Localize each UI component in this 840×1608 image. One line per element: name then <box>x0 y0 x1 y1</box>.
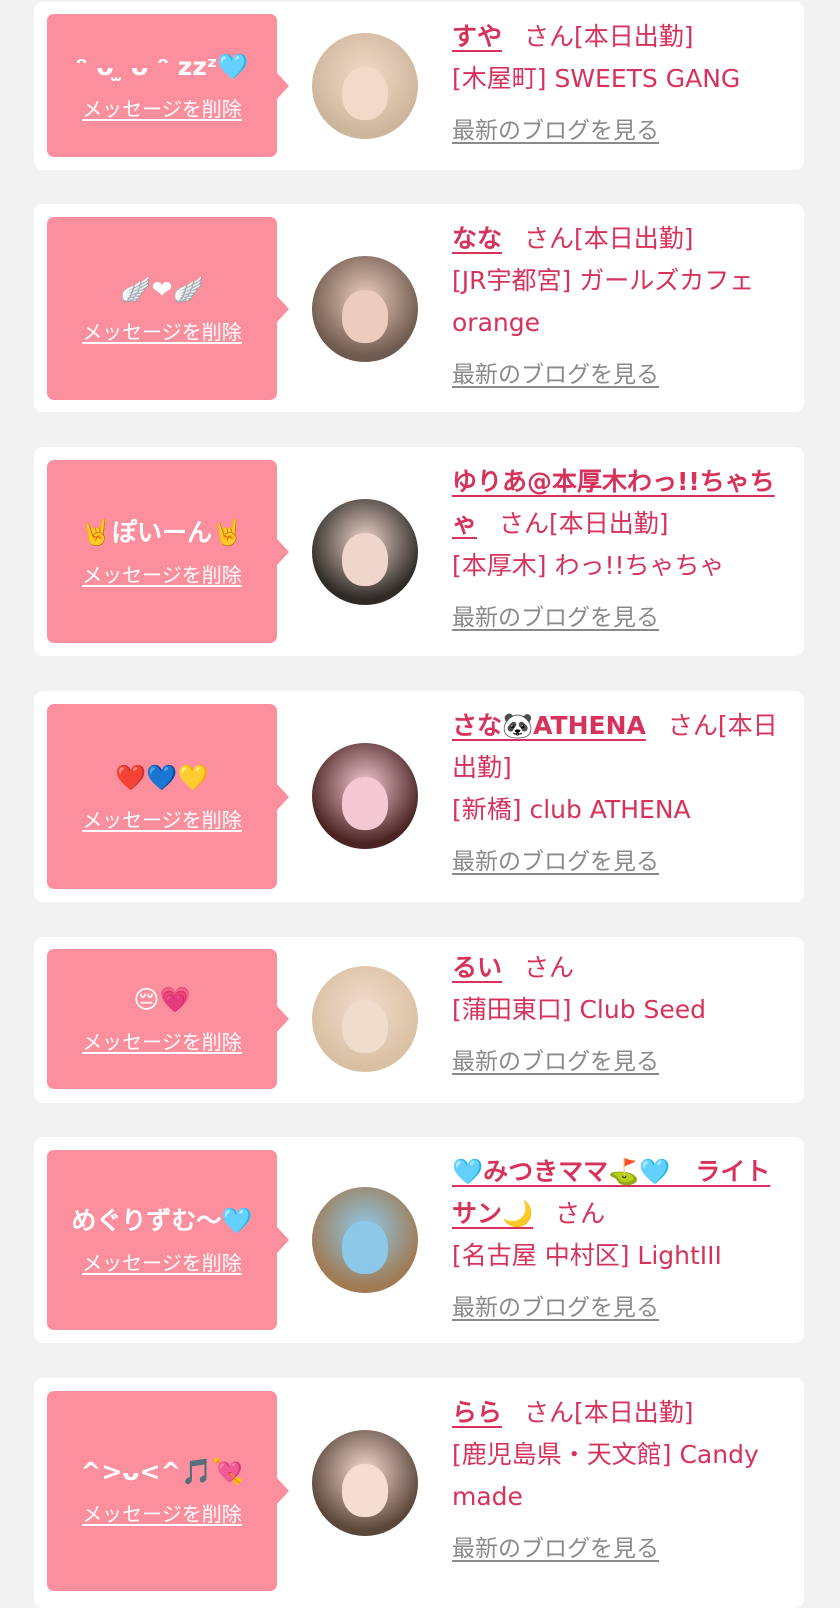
cast-card: ᵔ ᴗ ̫ ᴗ ᵔ zzᶻ🩵 メッセージを削除 すや さん[本日出勤] [木屋町]… <box>34 2 804 170</box>
name-line: 🩵みつきママ⛳️🩵 ライトサン🌙 さん <box>452 1151 788 1235</box>
status-label: [本日出勤] <box>574 1398 694 1427</box>
delete-message-link[interactable]: メッセージを削除 <box>82 97 242 121</box>
shop-name: [JR宇都宮] ガールズカフェorange <box>452 266 755 337</box>
cast-card: 😔💗 メッセージを削除 るい さん [蒲田東口] Club Seed 最新のブログ… <box>34 937 804 1103</box>
avatar-face <box>341 66 389 120</box>
cast-card: めぐりずむ〜🩵 メッセージを削除 🩵みつきママ⛳️🩵 ライトサン🌙 さん [名古屋… <box>34 1137 804 1343</box>
shop-name: [名古屋 中村区] LightIII <box>452 1241 722 1270</box>
message-text: ᵔ ᴗ ̫ ᴗ ᵔ zzᶻ🩵 <box>75 51 249 81</box>
message-bubble: めぐりずむ〜🩵 メッセージを削除 <box>47 1150 289 1330</box>
cast-card: ^>ᴗ<^🎵💘 メッセージを削除 らら さん[本日出勤] [鹿児島県・天文館] C… <box>34 1378 804 1608</box>
shop-name: [鹿児島県・天文館] Candy made <box>452 1440 759 1511</box>
cast-info: なな さん[本日出勤] [JR宇都宮] ガールズカフェorange 最新のブログを… <box>452 218 788 396</box>
cast-info: ゆりあ@本厚木わっ!!ちゃちゃ さん[本日出勤] [本厚木] わっ!!ちゃちゃ 最… <box>452 461 788 639</box>
message-text: 😔💗 <box>133 985 191 1014</box>
latest-blog-link[interactable]: 最新のブログを見る <box>452 354 659 396</box>
cast-info: るい さん [蒲田東口] Club Seed 最新のブログを見る <box>452 947 788 1083</box>
cast-card: 🤘ぽいーん🤘 メッセージを削除 ゆりあ@本厚木わっ!!ちゃちゃ さん[本日出勤] … <box>34 447 804 656</box>
latest-blog-link[interactable]: 最新のブログを見る <box>452 597 659 639</box>
name-line: ゆりあ@本厚木わっ!!ちゃちゃ さん[本日出勤] <box>452 461 788 545</box>
message-bubble: ❤️💙💛 メッセージを削除 <box>47 704 289 889</box>
san-suffix: さん <box>555 1199 606 1228</box>
shop-name: [蒲田東口] Club Seed <box>452 995 707 1024</box>
cast-info: 🩵みつきママ⛳️🩵 ライトサン🌙 さん [名古屋 中村区] LightIII 最新… <box>452 1151 788 1329</box>
name-line: さな🐼ATHENA さん[本日出勤] <box>452 705 788 789</box>
delete-message-link[interactable]: メッセージを削除 <box>82 1251 242 1275</box>
cast-card: 🪽❤🪽 メッセージを削除 なな さん[本日出勤] [JR宇都宮] ガールズカフェo… <box>34 204 804 412</box>
san-suffix: さん <box>524 953 575 982</box>
delete-message-link[interactable]: メッセージを削除 <box>82 563 242 587</box>
san-suffix: さん <box>524 224 575 253</box>
message-bubble: 🪽❤🪽 メッセージを削除 <box>47 217 289 400</box>
latest-blog-link[interactable]: 最新のブログを見る <box>452 841 659 883</box>
delete-message-link[interactable]: メッセージを削除 <box>82 808 242 832</box>
avatar-face <box>341 999 389 1053</box>
avatar[interactable] <box>312 256 418 362</box>
name-line: るい さん <box>452 947 788 989</box>
avatar[interactable] <box>312 743 418 849</box>
cast-card: ❤️💙💛 メッセージを削除 さな🐼ATHENA さん[本日出勤] [新橋] clu… <box>34 691 804 902</box>
shop-name: [木屋町] SWEETS GANG <box>452 64 741 93</box>
message-bubble: ^>ᴗ<^🎵💘 メッセージを削除 <box>47 1391 289 1591</box>
latest-blog-link[interactable]: 最新のブログを見る <box>452 1041 659 1083</box>
avatar[interactable] <box>312 33 418 139</box>
san-suffix: さん <box>667 711 718 740</box>
message-text: ^>ᴗ<^🎵💘 <box>80 1457 244 1486</box>
shop-name: [本厚木] わっ!!ちゃちゃ <box>452 551 725 580</box>
name-line: すや さん[本日出勤] <box>452 16 788 58</box>
cast-name-link[interactable]: さな🐼ATHENA <box>452 711 646 740</box>
latest-blog-link[interactable]: 最新のブログを見る <box>452 1528 659 1570</box>
delete-message-link[interactable]: メッセージを削除 <box>82 320 242 344</box>
message-bubble: 🤘ぽいーん🤘 メッセージを削除 <box>47 460 289 643</box>
cast-name-link[interactable]: 🩵みつきママ⛳️🩵 ライトサン🌙 <box>452 1157 770 1228</box>
avatar[interactable] <box>312 499 418 605</box>
san-suffix: さん <box>524 22 575 51</box>
cast-message-list: ᵔ ᴗ ̫ ᴗ ᵔ zzᶻ🩵 メッセージを削除 すや さん[本日出勤] [木屋町]… <box>0 0 840 1608</box>
avatar-face <box>341 532 389 586</box>
message-text: 🪽❤🪽 <box>120 274 204 304</box>
message-bubble: ᵔ ᴗ ̫ ᴗ ᵔ zzᶻ🩵 メッセージを削除 <box>47 14 289 157</box>
cast-info: らら さん[本日出勤] [鹿児島県・天文館] Candy made 最新のブログを… <box>452 1392 788 1570</box>
cast-info: さな🐼ATHENA さん[本日出勤] [新橋] club ATHENA 最新のブロ… <box>452 705 788 883</box>
message-text: めぐりずむ〜🩵 <box>71 1206 253 1235</box>
name-line: なな さん[本日出勤] <box>452 218 788 260</box>
name-line: らら さん[本日出勤] <box>452 1392 788 1434</box>
cast-name-link[interactable]: なな <box>452 224 502 253</box>
avatar-face <box>341 289 389 343</box>
latest-blog-link[interactable]: 最新のブログを見る <box>452 110 659 152</box>
message-text: ❤️💙💛 <box>115 762 209 792</box>
avatar-face <box>341 776 389 830</box>
san-suffix: さん <box>499 509 550 538</box>
shop-name: [新橋] club ATHENA <box>452 795 691 824</box>
status-label: [本日出勤] <box>574 224 694 253</box>
cast-name-link[interactable]: すや <box>452 22 502 51</box>
avatar[interactable] <box>312 1430 418 1536</box>
message-bubble: 😔💗 メッセージを削除 <box>47 949 289 1089</box>
message-text: 🤘ぽいーん🤘 <box>80 517 244 547</box>
cast-info: すや さん[本日出勤] [木屋町] SWEETS GANG 最新のブログを見る <box>452 16 788 152</box>
delete-message-link[interactable]: メッセージを削除 <box>82 1030 242 1054</box>
latest-blog-link[interactable]: 最新のブログを見る <box>452 1287 659 1329</box>
avatar[interactable] <box>312 966 418 1072</box>
status-label: [本日出勤] <box>574 22 694 51</box>
cast-name-link[interactable]: るい <box>452 953 502 982</box>
avatar[interactable] <box>312 1187 418 1293</box>
status-label: [本日出勤] <box>549 509 669 538</box>
cast-name-link[interactable]: らら <box>452 1398 502 1427</box>
delete-message-link[interactable]: メッセージを削除 <box>82 1502 242 1526</box>
san-suffix: さん <box>524 1398 575 1427</box>
avatar-face <box>341 1463 389 1517</box>
avatar-face <box>341 1220 389 1274</box>
